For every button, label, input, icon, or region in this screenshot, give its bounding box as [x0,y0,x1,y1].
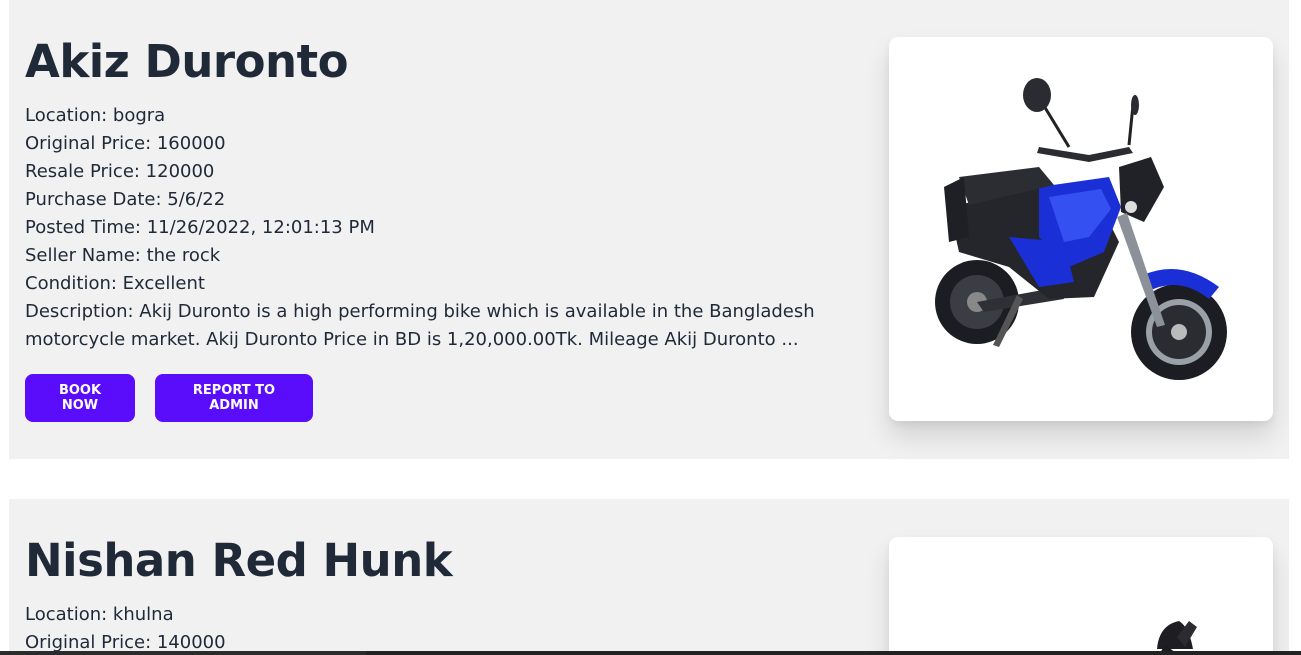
scrollbar-thumb[interactable] [366,651,1301,655]
listing-card: Nishan Red Hunk Location: khulna Origina… [9,499,1289,655]
listing-details: Location: khulna Original Price: 140000 [25,601,825,655]
posted-time-text: Posted Time: 11/26/2022, 12:01:13 PM [25,217,375,238]
resale-price-text: Resale Price: 120000 [25,161,215,182]
motorcycle-mirror-icon [1157,621,1197,655]
seller-name-text: Seller Name: the rock [25,245,221,266]
location-text: Location: bogra [25,105,166,126]
listing-image [889,537,1273,655]
listing-title: Nishan Red Hunk [25,534,453,587]
horizontal-scrollbar[interactable] [0,651,1301,655]
listing-title: Akiz Duronto [25,35,349,88]
listing-actions: Book Now Report to Admin [25,374,825,422]
listing-info: Nishan Red Hunk Location: khulna Origina… [25,535,825,655]
listing-image [889,37,1273,421]
description-text: Description: Akij Duronto is a high perf… [25,301,815,350]
listing-card: Akiz Duronto Location: bogra Original Pr… [9,0,1289,459]
listing-info: Akiz Duronto Location: bogra Original Pr… [25,36,825,422]
listing-details: Location: bogra Original Price: 160000 R… [25,102,825,354]
purchase-date-text: Purchase Date: 5/6/22 [25,189,226,210]
condition-text: Condition: Excellent [25,273,205,294]
book-now-button[interactable]: Book Now [25,374,135,422]
original-price-text: Original Price: 160000 [25,133,226,154]
blue-electric-motorcycle-icon [935,78,1227,380]
location-text: Location: khulna [25,604,174,625]
report-to-admin-button[interactable]: Report to Admin [155,374,313,422]
